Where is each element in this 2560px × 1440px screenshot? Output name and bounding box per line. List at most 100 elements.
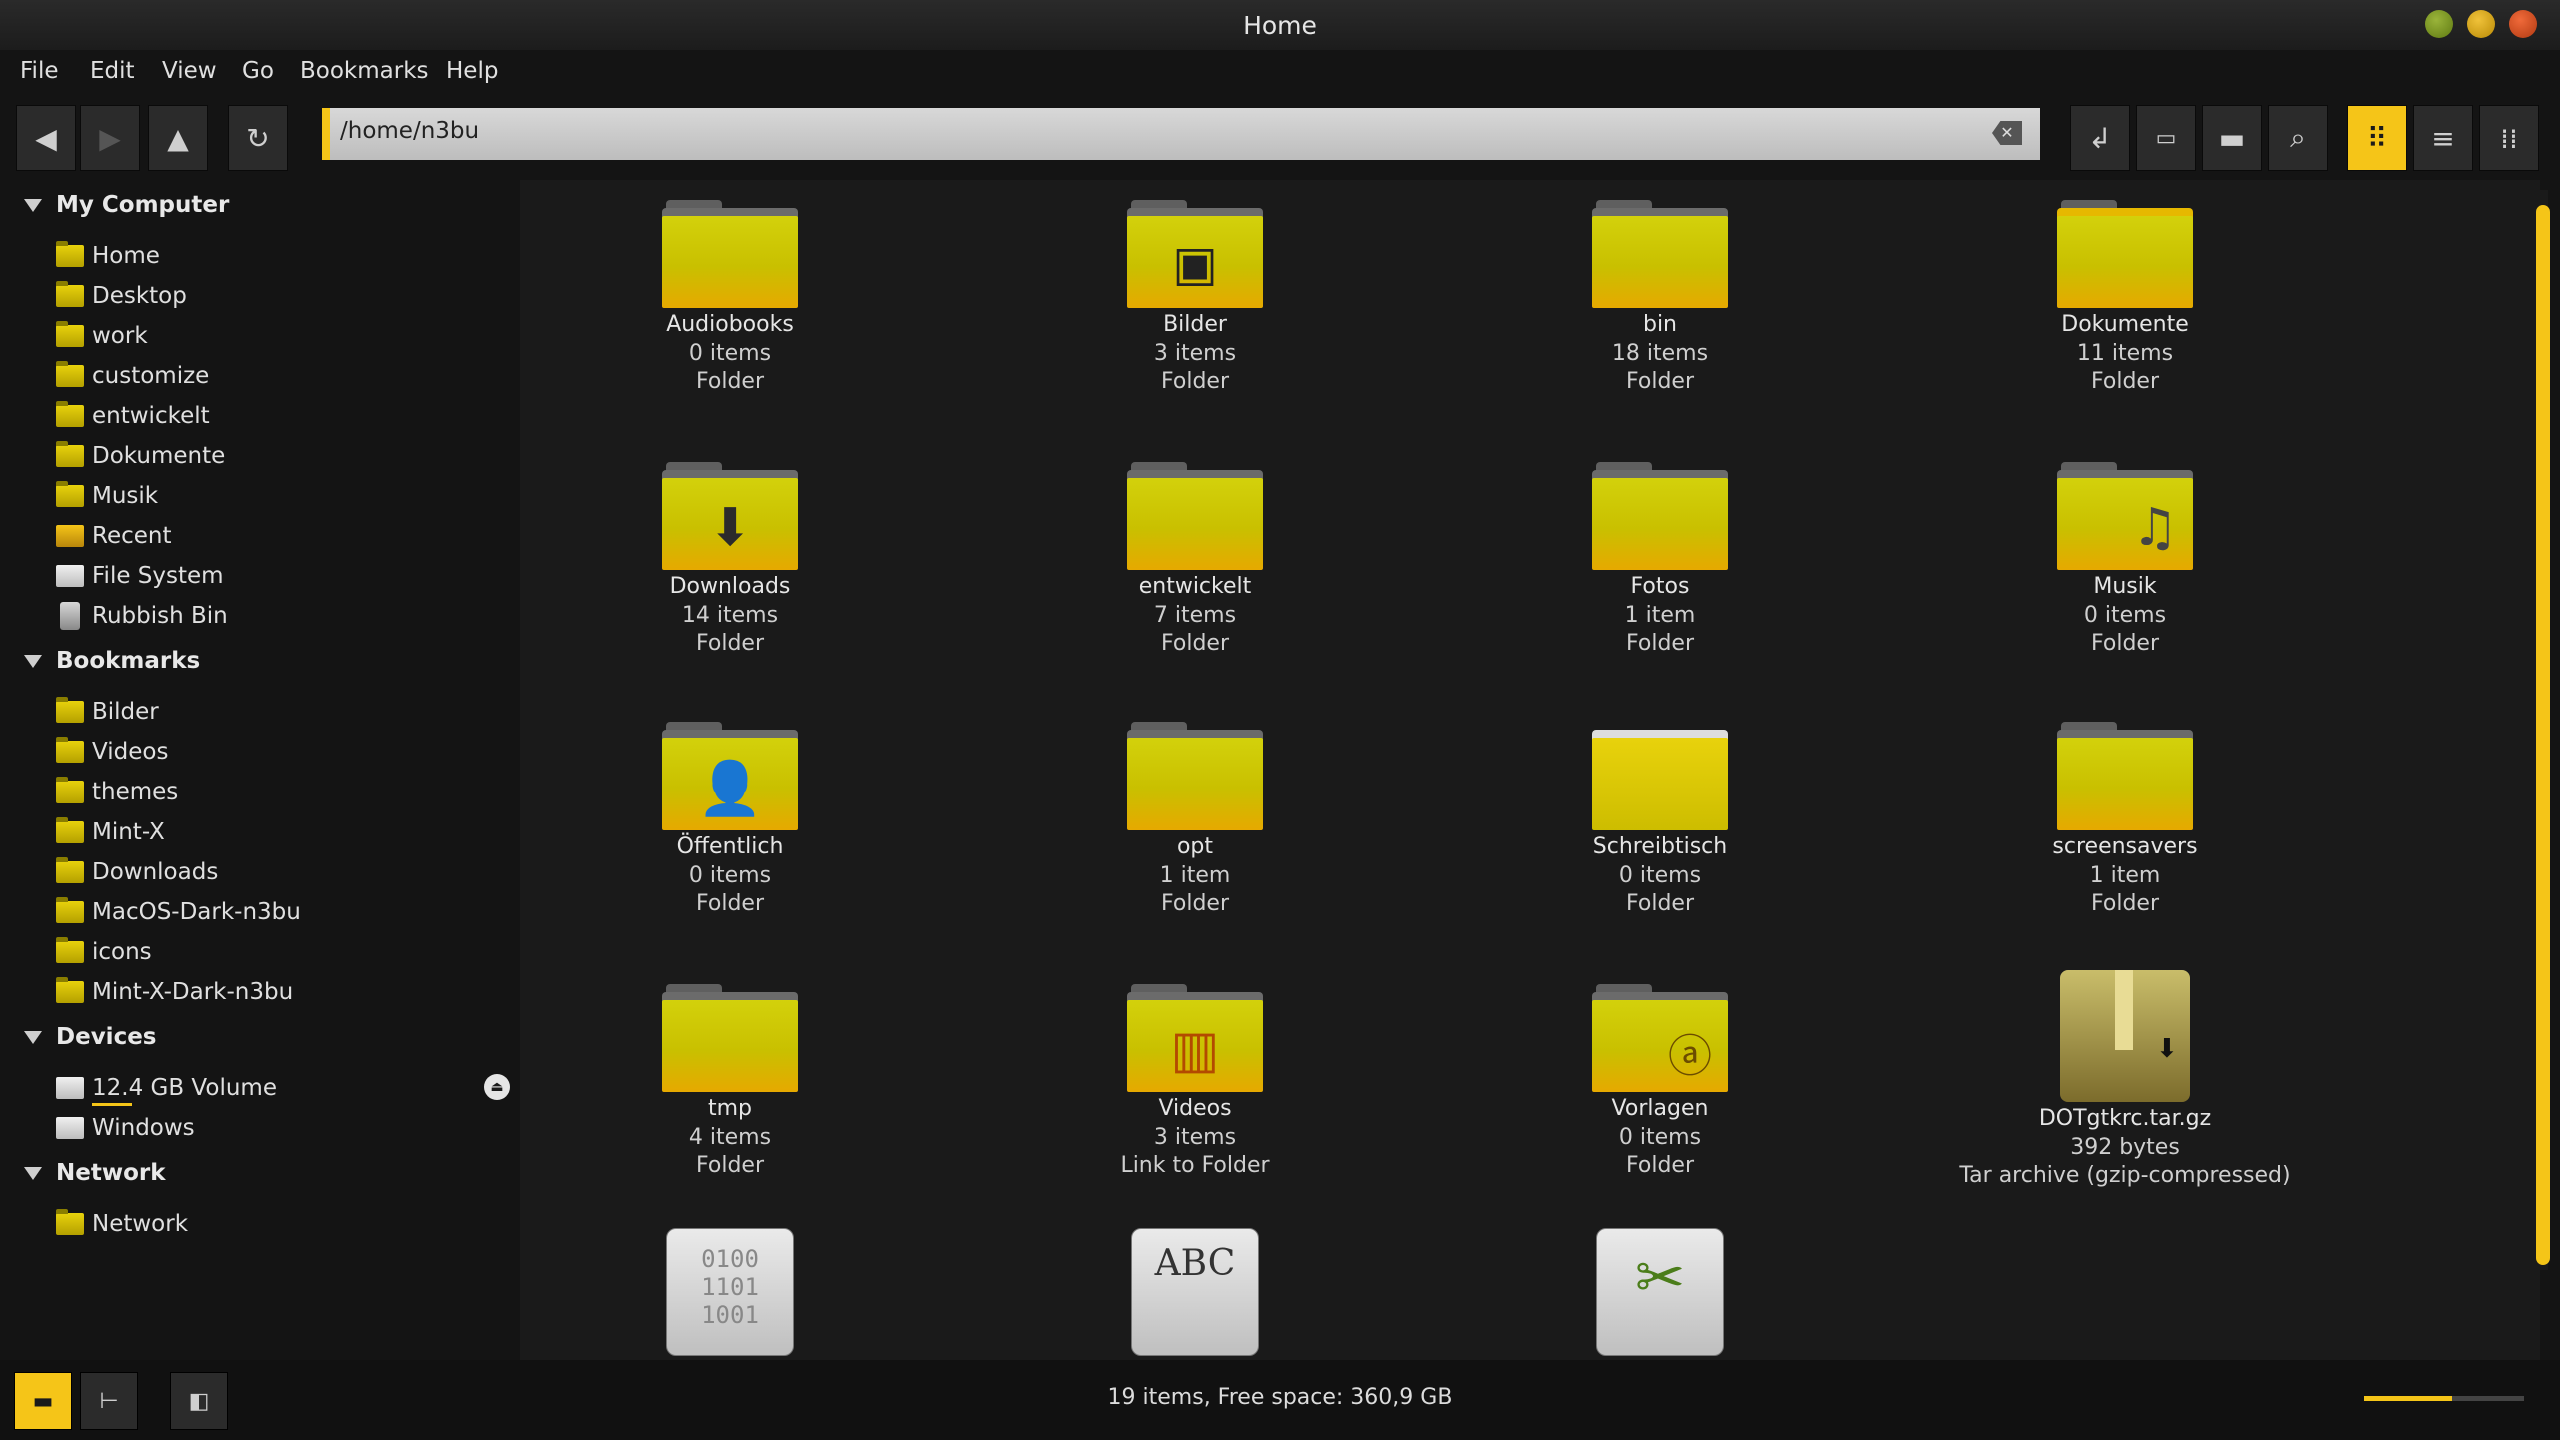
file-count: 0 items [688, 341, 772, 366]
sidebar-item-volume[interactable]: 12.4 GB Volume [56, 1070, 277, 1106]
folder-icon [56, 361, 84, 387]
clear-location-icon[interactable]: ✕ [1992, 121, 2022, 145]
videos-folder-icon: ▥ [1127, 980, 1263, 1092]
sidebar-item-icons[interactable]: icons [56, 934, 152, 970]
file-item[interactable]: ⬇ Downloads 14 items Folder [520, 458, 940, 658]
file-item[interactable]: screensavers 1 item Folder [1915, 718, 2335, 918]
music-folder-icon [56, 481, 84, 507]
file-count: 0 items [2083, 603, 2167, 628]
sidebar-item-rubbish-bin[interactable]: Rubbish Bin [56, 598, 228, 634]
reload-button[interactable]: ↻ [228, 105, 288, 171]
terminal-button[interactable]: ▭ [2136, 105, 2196, 171]
file-item[interactable]: Fotos 1 item Folder [1450, 458, 1870, 658]
downloads-folder-icon: ⬇ [662, 458, 798, 570]
sidebar-item-customize[interactable]: customize [56, 358, 209, 394]
eject-icon[interactable]: ⏏ [484, 1074, 510, 1100]
file-type: Folder [2091, 631, 2159, 656]
section-label: Network [56, 1160, 166, 1186]
forward-button[interactable]: ▶ [80, 105, 140, 171]
location-bar[interactable]: /home/n3bu ✕ [322, 108, 2040, 160]
sidebar-item-network[interactable]: Network [56, 1206, 188, 1242]
sidebar-item-label: Downloads [92, 859, 219, 885]
file-item[interactable]: opt 1 item Folder [985, 718, 1405, 918]
new-folder-button[interactable]: ▬ [2202, 105, 2262, 171]
menu-go[interactable]: Go [242, 58, 274, 84]
file-item[interactable]: 0100 1101 1001 [520, 1228, 940, 1358]
menu-bookmarks[interactable]: Bookmarks [300, 58, 429, 84]
sidebar-item-downloads[interactable]: Downloads [56, 854, 218, 890]
scrollbar-thumb[interactable] [2536, 205, 2550, 1265]
file-item[interactable]: bin 18 items Folder [1450, 196, 1870, 396]
close-button[interactable] [2509, 10, 2537, 38]
sidebar-item-label: Desktop [92, 283, 187, 309]
text-file-icon: ABC [1131, 1228, 1259, 1356]
sidebar-item-mint-x-dark-n3bu[interactable]: Mint-X-Dark-n3bu [56, 974, 293, 1010]
file-item[interactable]: entwickelt 7 items Folder [985, 458, 1405, 658]
sidebar-item-label: Mint-X [92, 819, 165, 845]
sidebar-section-devices[interactable]: Devices [24, 1024, 157, 1050]
list-view-button[interactable]: ≡ [2413, 105, 2473, 171]
zoom-slider-fill[interactable] [2364, 1396, 2452, 1401]
file-item[interactable]: Dokumente 11 items Folder [1915, 196, 2335, 396]
sidebar-item-entwickelt[interactable]: entwickelt [56, 398, 210, 434]
file-item[interactable]: tmp 4 items Folder [520, 980, 940, 1180]
sidebar-item-bilder[interactable]: Bilder [56, 694, 159, 730]
sidebar-item-recent[interactable]: Recent [56, 518, 172, 554]
location-path[interactable]: /home/n3bu [340, 118, 479, 144]
menu-file[interactable]: File [20, 58, 59, 84]
menu-view[interactable]: View [162, 58, 217, 84]
sidebar-item-dokumente[interactable]: Dokumente [56, 438, 225, 474]
search-button[interactable]: ⌕ [2268, 105, 2328, 171]
up-button[interactable]: ▲ [148, 105, 208, 171]
status-bar: ▬ ⊢ ◧ 19 items, Free space: 360,9 GB [0, 1360, 2560, 1440]
sidebar-item-desktop[interactable]: Desktop [56, 278, 187, 314]
folder-icon [56, 401, 84, 427]
file-item[interactable]: ♫ Musik 0 items Folder [1915, 458, 2335, 658]
maximize-button[interactable] [2467, 10, 2495, 38]
recent-icon [56, 525, 84, 547]
file-name: entwickelt [1138, 574, 1252, 599]
sidebar-item-videos[interactable]: Videos [56, 734, 168, 770]
menu-edit[interactable]: Edit [90, 58, 135, 84]
file-item[interactable]: Audiobooks 0 items Folder [520, 196, 940, 396]
folder-icon [662, 980, 798, 1092]
forward-icon: ▶ [99, 121, 121, 155]
title-bar[interactable]: Home [0, 0, 2560, 51]
sidebar-item-label: Rubbish Bin [92, 603, 228, 629]
file-count: 11 items [2076, 341, 2174, 366]
sidebar-item-themes[interactable]: themes [56, 774, 178, 810]
sidebar-item-work[interactable]: work [56, 318, 148, 354]
menu-help[interactable]: Help [446, 58, 498, 84]
back-icon: ◀ [35, 121, 57, 155]
sidebar-item-file-system[interactable]: File System [56, 558, 224, 594]
file-item[interactable]: ABC [985, 1228, 1405, 1358]
file-item[interactable]: ⬇ DOTgtkrc.tar.gz 392 bytes Tar archive … [1915, 970, 2335, 1190]
expander-icon [24, 655, 42, 668]
sidebar-item-windows[interactable]: Windows [56, 1110, 195, 1146]
file-item[interactable]: Schreibtisch 0 items Folder [1450, 718, 1870, 918]
sidebar-section-my-computer[interactable]: My Computer [24, 192, 229, 218]
sidebar-item-label: Home [92, 243, 160, 269]
sidebar-item-musik[interactable]: Musik [56, 478, 158, 514]
compact-view-button[interactable]: ⁞⁞ [2479, 105, 2539, 171]
file-type: Folder [1626, 891, 1694, 916]
back-button[interactable]: ◀ [16, 105, 76, 171]
sidebar-item-home[interactable]: Home [56, 238, 160, 274]
sidebar-section-bookmarks[interactable]: Bookmarks [24, 648, 200, 674]
templates-folder-icon: ⓐ [1592, 980, 1728, 1092]
minimize-button[interactable] [2425, 10, 2453, 38]
sidebar-section-network[interactable]: Network [24, 1160, 166, 1186]
file-name: Bilder [1163, 312, 1227, 337]
sidebar-item-label: 12.4 GB Volume [92, 1075, 277, 1101]
icon-view-button[interactable]: ⠿ [2347, 105, 2407, 171]
file-item[interactable]: ✂ [1450, 1228, 1870, 1358]
file-item[interactable]: ⓐ Vorlagen 0 items Folder [1450, 980, 1870, 1180]
file-count: 7 items [1153, 603, 1237, 628]
file-item[interactable]: ▥ Videos 3 items Link to Folder [985, 980, 1405, 1180]
open-location-button[interactable]: ↲ [2070, 105, 2130, 171]
sidebar-item-macos-dark-n3bu[interactable]: MacOS-Dark-n3bu [56, 894, 301, 930]
text-file-label: ABC [1154, 1243, 1236, 1284]
file-item[interactable]: 👤 Öffentlich 0 items Folder [520, 718, 940, 918]
sidebar-item-mint-x[interactable]: Mint-X [56, 814, 165, 850]
file-item[interactable]: ▣ Bilder 3 items Folder [985, 196, 1405, 396]
